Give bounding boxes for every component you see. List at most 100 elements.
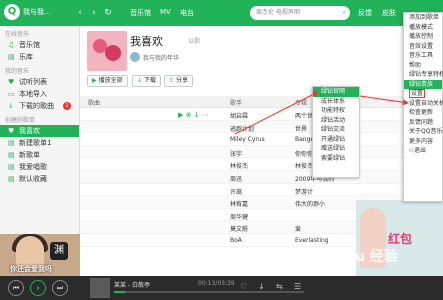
sidebar-item-playlist-new[interactable]: ▤ 新歌单 xyxy=(0,149,79,161)
menu-item[interactable]: 设置 xyxy=(404,89,442,99)
forward-icon[interactable]: › xyxy=(88,7,100,19)
song-artist[interactable]: Miley Cyrus xyxy=(230,136,290,143)
song-album[interactable]: 梦游计 xyxy=(295,187,365,196)
table-row[interactable]: 你你你了MV张宇你你你了 xyxy=(80,145,443,159)
play-all-button[interactable]: ▶ 播放全部 xyxy=(87,75,128,87)
tab-music-hall[interactable]: 音乐馆 xyxy=(130,8,151,18)
menu-item[interactable]: 检查更新 xyxy=(404,108,442,118)
table-row[interactable]: 两个世界MV▶ ⊕ ↓ ⋯胡启霖两个世界 xyxy=(80,108,443,121)
song-artist[interactable]: 林俊杰 xyxy=(230,161,290,170)
song-artist[interactable]: BoA xyxy=(230,237,290,244)
sidebar-item-music-hall[interactable]: ♫ 音乐馆 xyxy=(0,39,79,51)
submenu-item[interactable]: 绿钻交流 xyxy=(313,125,359,135)
menu-item[interactable]: 绿钻贵族 xyxy=(404,79,442,89)
menu-item[interactable]: 更多内容 xyxy=(404,137,442,147)
table-row[interactable]: 星座书上许嵩梦游计 xyxy=(80,184,443,197)
menu-item[interactable]: 帮助 xyxy=(404,61,442,71)
sidebar-item-label: 新建歌单1 xyxy=(19,139,52,147)
sidebar-item-label: 乐库 xyxy=(19,53,33,61)
table-row[interactable]: 夜空中最亮的星逃跑计划世界 xyxy=(80,120,443,134)
search-icon[interactable]: ⌕ xyxy=(343,6,346,20)
app-brand: Q 我与我... xyxy=(4,4,51,20)
sidebar-item-trial-list[interactable]: ♥ 试听列表 xyxy=(0,76,79,88)
menu-item[interactable]: 绿钻专享特权 xyxy=(404,70,443,80)
menu-item[interactable]: 音效设置 xyxy=(404,42,442,52)
menu-item[interactable]: 反馈问题 xyxy=(404,118,442,128)
share-button[interactable]: ⇪ 分享 xyxy=(164,75,194,87)
song-artist[interactable]: 许嵩 xyxy=(230,187,290,196)
folder-icon: ▭ xyxy=(8,90,15,98)
sidebar-item-playlist-1[interactable]: ▤ 新建歌单1 xyxy=(0,137,79,149)
shuffle-icon[interactable]: ⇆ xyxy=(276,282,283,291)
title-bar: Q 我与我... ‹ › ↻ 音乐馆 MV 电台 周杰伦 电视声明 ⌕ 反馈 皮… xyxy=(0,0,443,26)
song-album[interactable]: 爱 xyxy=(295,224,365,233)
refresh-icon[interactable]: ↻ xyxy=(102,7,114,19)
submenu-item[interactable]: 索要绿钻 xyxy=(313,154,359,164)
sidebar-item-local-import[interactable]: ▭ 本地导入 xyxy=(0,88,79,100)
sidebar: 在线音乐 ♫ 音乐馆 ▤ 乐库 我的音乐 ♥ 试听列表 ▭ 本地导入 ↓ 下载的歌曲 1 创… xyxy=(0,26,80,234)
tab-radio[interactable]: 电台 xyxy=(180,8,194,18)
row-actions[interactable]: ▶ ⊕ ↓ ⋯ xyxy=(178,111,209,119)
menu-item[interactable]: 播放模式 xyxy=(404,23,442,33)
song-artist[interactable]: 逃跑计划 xyxy=(230,124,290,133)
submenu-item[interactable]: 成长体系 xyxy=(313,97,359,107)
sidebar-ad-banner[interactable]: 渊 你还会爱我吗 xyxy=(0,234,80,276)
download-button[interactable]: ↓ 下载 xyxy=(132,75,162,87)
song-artist[interactable]: 胡启霖 xyxy=(230,111,290,120)
pause-icon[interactable]: ⏸ xyxy=(30,280,46,296)
sidebar-item-default-collection[interactable]: ▤ 默认收藏 xyxy=(0,173,79,185)
back-icon[interactable]: ‹ xyxy=(74,7,86,19)
playlist-tag[interactable]: 以歌 xyxy=(188,36,200,45)
sidebar-item-playlist-sing[interactable]: ▤ 我爱唱歌 xyxy=(0,161,79,173)
now-playing-title: 某某 - 白敬亭 xyxy=(114,282,150,289)
header-artist[interactable]: 歌手 xyxy=(230,98,242,107)
sidebar-item-label: 我喜欢 xyxy=(19,127,40,135)
song-artist[interactable]: 周华健 xyxy=(230,212,290,221)
music-note-icon: ♫ xyxy=(8,41,15,49)
header-album[interactable]: 专辑 xyxy=(295,98,307,107)
song-artist[interactable]: 周迅 xyxy=(230,174,290,183)
song-artist[interactable]: 林宥嘉 xyxy=(230,199,290,208)
submenu-item[interactable]: 功能特权 xyxy=(313,106,359,116)
sidebar-item-label: 本地导入 xyxy=(19,90,47,98)
song-artist[interactable]: 莫文蔚 xyxy=(230,224,290,233)
playlist-owner[interactable]: 我与我的年华 xyxy=(143,53,179,62)
song-artist[interactable]: 张宇 xyxy=(230,149,290,158)
skin-button[interactable]: 皮肤 xyxy=(382,8,396,18)
table-row[interactable]: We Can't StopMVMiley CyrusBangerz xyxy=(80,133,443,146)
sidebar-section-label: 我的音乐 xyxy=(5,68,30,75)
download-icon[interactable]: ↓ xyxy=(258,282,265,291)
now-playing-cover[interactable] xyxy=(90,278,110,298)
avatar[interactable] xyxy=(130,52,140,62)
sidebar-item-library[interactable]: ▤ 乐库 xyxy=(0,51,79,63)
like-icon[interactable]: ♡ xyxy=(240,282,247,291)
table-row[interactable]: 爱你你你MV周迅2009年与我的 xyxy=(80,170,443,184)
next-icon[interactable]: ⏭ xyxy=(52,280,68,296)
qq-music-logo-icon: Q xyxy=(4,4,20,20)
search-input[interactable]: 周杰伦 电视声明 ⌕ xyxy=(250,6,350,20)
tab-mv[interactable]: MV xyxy=(160,8,171,16)
menu-item[interactable]: ⏻退出 xyxy=(404,146,442,156)
submenu-item[interactable]: 开通绿钻 xyxy=(313,135,359,145)
submenu-item[interactable]: 绿钻活动 xyxy=(313,116,359,126)
menu-item[interactable]: 音乐工具 xyxy=(404,51,442,61)
playlist-icon[interactable]: ☰ xyxy=(294,282,301,291)
menu-item[interactable]: 设置自动关机 xyxy=(404,99,443,109)
feedback-link[interactable]: 反馈 xyxy=(358,8,372,18)
sidebar-item-favorites[interactable]: ♥ 我喜欢 xyxy=(0,125,79,137)
previous-icon[interactable]: ⏮ xyxy=(8,280,24,296)
submenu-item[interactable]: 绿钻官网 xyxy=(313,87,359,97)
menu-item[interactable]: 关于QQ音乐 xyxy=(404,127,442,137)
menu-item[interactable]: 播放控制 xyxy=(404,32,442,42)
app-title: 我与我... xyxy=(23,8,51,16)
progress-bar[interactable] xyxy=(114,291,304,293)
header-song[interactable]: 歌曲 xyxy=(88,98,100,107)
song-album[interactable]: 伟大的渺小 xyxy=(295,199,365,208)
sidebar-item-downloads[interactable]: ↓ 下载的歌曲 1 xyxy=(0,100,79,112)
submenu-item[interactable]: 赠送绿钻 xyxy=(313,144,359,154)
menu-item[interactable]: 添加到歌单 xyxy=(404,13,442,23)
song-album[interactable]: Everlasting xyxy=(295,237,365,244)
download-count-badge: 1 xyxy=(63,102,71,110)
playlist-icon: ▤ xyxy=(8,163,15,171)
table-row[interactable]: 林志一浪漫满林俊杰林俊杰 xyxy=(80,158,443,171)
